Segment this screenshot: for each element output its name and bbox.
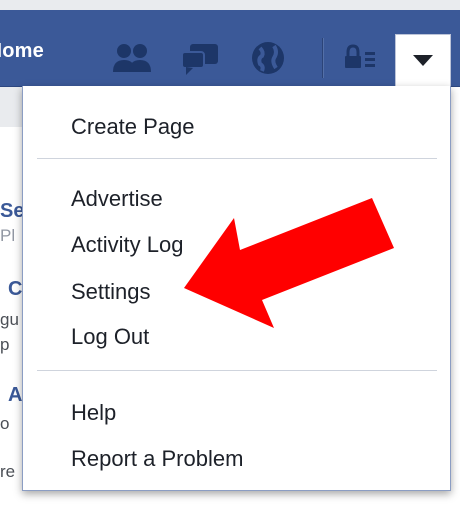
privacy-shortcuts-icon[interactable]: [342, 38, 382, 78]
red-arrow-annotation-icon: [184, 198, 394, 328]
messages-icon[interactable]: [180, 38, 222, 78]
menu-item-report-a-problem[interactable]: Report a Problem: [71, 446, 243, 472]
menu-item-settings[interactable]: Settings: [71, 279, 151, 305]
background-text-fragment: Se: [0, 200, 22, 222]
content-left-strip: [0, 87, 22, 127]
account-menu-button[interactable]: [395, 34, 451, 86]
background-text-fragment: Pl: [0, 226, 16, 245]
header-divider: [322, 38, 323, 78]
notifications-globe-icon[interactable]: [248, 38, 290, 78]
background-text-fragment: o: [0, 414, 10, 433]
menu-item-help[interactable]: Help: [71, 400, 116, 426]
menu-separator: [37, 158, 437, 159]
menu-item-activity-log[interactable]: Activity Log: [71, 232, 184, 258]
menu-item-log-out[interactable]: Log Out: [71, 324, 149, 350]
facebook-page: Home: [0, 0, 460, 520]
friend-requests-icon[interactable]: [112, 38, 154, 78]
menu-item-create-page[interactable]: Create Page: [71, 114, 195, 140]
menu-item-advertise[interactable]: Advertise: [71, 186, 163, 212]
background-text-fragment: A: [8, 384, 22, 406]
background-text-fragment: p: [0, 335, 10, 354]
header-top-strip: [0, 0, 460, 10]
background-text-fragment: gu: [0, 310, 19, 329]
chevron-down-icon: [413, 55, 433, 66]
top-navigation-bar: Home: [0, 0, 460, 87]
menu-separator: [37, 370, 437, 371]
home-link[interactable]: Home: [0, 40, 44, 63]
background-text-fragment: C: [8, 278, 22, 300]
background-text-fragment: re: [0, 462, 16, 481]
